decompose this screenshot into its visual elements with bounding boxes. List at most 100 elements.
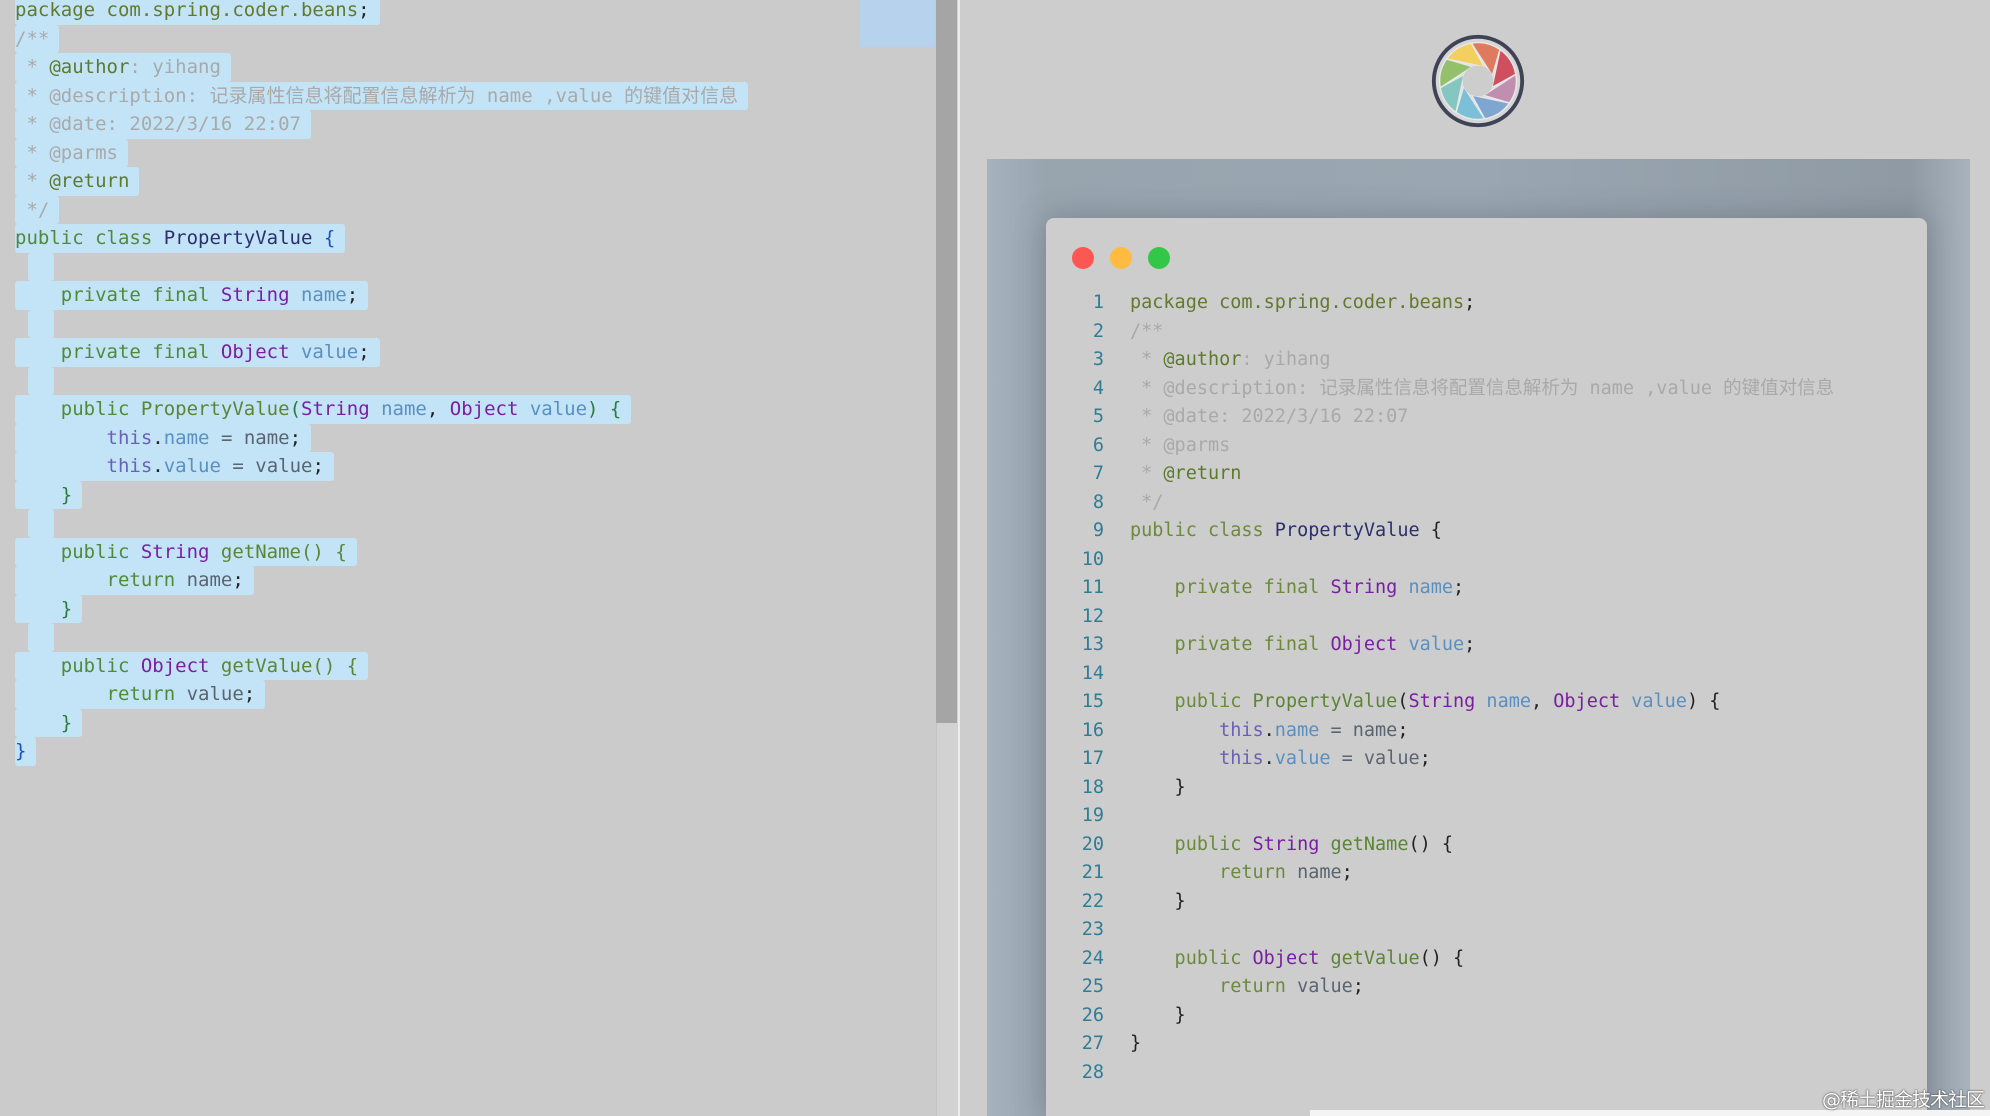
code-token: PropertyValue — [1252, 691, 1398, 712]
line-number: 24 — [1081, 947, 1104, 969]
line-content: } — [1130, 888, 1186, 917]
code-token: value — [1620, 691, 1687, 712]
code-line[interactable]: public Object getValue() { — [15, 651, 748, 680]
code-line[interactable]: /** — [15, 24, 748, 53]
code-line[interactable] — [15, 252, 748, 281]
code-line[interactable]: package com.spring.coder.beans; — [15, 0, 748, 25]
line-content: this.value = value; — [1130, 745, 1431, 774]
line-content: * @author: yihang — [1130, 346, 1331, 375]
minimap-selection-highlight — [860, 0, 935, 47]
code-token: @return — [49, 170, 130, 192]
line-content: } — [1130, 1030, 1141, 1059]
code-token: getName() { — [209, 540, 347, 563]
code-line[interactable] — [15, 509, 748, 538]
code-line[interactable]: this.name = name; — [15, 423, 748, 452]
code-line[interactable]: public class PropertyValue { — [15, 224, 748, 253]
code-line[interactable]: * @return — [15, 167, 748, 196]
code-token: name — [1285, 862, 1342, 883]
code-line[interactable] — [15, 366, 748, 395]
code-token: String — [140, 540, 210, 563]
selection-highlight: return name; — [15, 566, 254, 595]
aperture-logo-icon[interactable] — [1430, 33, 1526, 129]
code-line[interactable]: public PropertyValue(String name, Object… — [15, 395, 748, 424]
selection-highlight: } — [15, 708, 83, 737]
code-line[interactable]: return value; — [15, 680, 748, 709]
source-editor[interactable]: package com.spring.coder.beans;/** * @au… — [0, 0, 936, 1116]
code-token: package com.spring.coder.beans — [15, 0, 359, 21]
code-line[interactable]: * @date: 2022/3/16 22:07 — [15, 110, 748, 139]
selection-highlight: public class PropertyValue { — [15, 224, 346, 253]
selection-highlight: * @parms — [15, 138, 128, 167]
code-token: value — [1285, 976, 1353, 997]
preview-code-line: 6 * @parms — [1046, 432, 1834, 461]
code-token: ; — [1397, 719, 1409, 741]
code-line[interactable]: private final String name; — [15, 281, 748, 310]
code-token: { — [312, 227, 336, 249]
code-line[interactable]: public String getName() { — [15, 537, 748, 566]
source-code[interactable]: package com.spring.coder.beans;/** * @au… — [15, 0, 749, 766]
code-token: value — [1274, 748, 1331, 769]
code-token: Object — [1330, 634, 1398, 655]
code-line[interactable]: } — [15, 708, 748, 737]
code-token: : yihang — [1241, 349, 1331, 370]
code-token: @author — [1163, 349, 1242, 370]
code-token: @return — [1163, 463, 1242, 484]
code-token: return — [1130, 976, 1286, 997]
code-line[interactable]: } — [15, 737, 748, 766]
selection-highlight: * @author: yihang — [15, 53, 231, 82]
code-token: } — [1130, 776, 1186, 798]
window-controls — [1072, 247, 1170, 269]
preview-code-line: 7 * @return — [1046, 460, 1834, 489]
line-number: 1 — [1092, 292, 1104, 313]
preview-code-line: 12 — [1046, 603, 1834, 632]
code-line[interactable] — [15, 623, 748, 652]
code-token: ; — [289, 426, 302, 449]
selection-highlight: } — [15, 480, 83, 509]
code-token: String — [220, 284, 290, 306]
code-line[interactable]: */ — [15, 195, 748, 224]
line-number: 20 — [1081, 833, 1104, 855]
preview-code-line: 13 private final Object value; — [1046, 631, 1834, 660]
line-content: private final Object value; — [1130, 631, 1476, 660]
code-token: name — [175, 569, 233, 591]
code-token: public — [15, 398, 141, 420]
line-content: public PropertyValue(String name, Object… — [1130, 688, 1721, 717]
code-window-card: 1 package com.spring.coder.beans; 2 /** 3 * … — [1046, 218, 1927, 1116]
line-content: * @date: 2022/3/16 22:07 — [1130, 403, 1408, 432]
close-dot-icon — [1072, 247, 1094, 269]
code-token: /** — [15, 27, 50, 50]
code-token: ; — [1352, 976, 1364, 997]
selection-highlight: private final Object value; — [15, 338, 380, 367]
line-content: * @description: 记录属性信息将配置信息解析为 name ,val… — [1130, 375, 1834, 404]
code-token: name — [1274, 719, 1320, 741]
preview-code-line: 21 return name; — [1046, 859, 1834, 888]
preview-code-line: 11 private final String name; — [1046, 574, 1834, 603]
code-line[interactable]: } — [15, 480, 748, 509]
code-token: name — [289, 284, 347, 306]
line-content: this.name = name; — [1130, 717, 1408, 746]
code-line[interactable]: private final Object value; — [15, 338, 748, 367]
line-number: 9 — [1092, 520, 1104, 541]
code-line[interactable]: * @author: yihang — [15, 53, 748, 82]
preview-code-line: 3 * @author: yihang — [1046, 346, 1834, 375]
code-line[interactable]: * @parms — [15, 138, 748, 167]
code-line[interactable]: } — [15, 594, 748, 623]
editor-scrollbar-thumb[interactable] — [936, 0, 957, 723]
code-line[interactable] — [15, 309, 748, 338]
code-token: : yihang — [129, 56, 221, 78]
code-token: . — [152, 455, 164, 477]
preview-code-line: 17 this.value = value; — [1046, 745, 1834, 774]
preview-code-line: 4 * @description: 记录属性信息将配置信息解析为 name ,v… — [1046, 375, 1834, 404]
code-token: this — [15, 426, 153, 449]
code-line[interactable]: this.value = value; — [15, 452, 748, 481]
code-token: /** — [1130, 320, 1164, 342]
line-number: 15 — [1081, 691, 1104, 712]
code-line[interactable]: * @description: 记录属性信息将配置信息解析为 name ,val… — [15, 81, 749, 110]
code-token: name — [1475, 691, 1531, 712]
code-line[interactable]: return name; — [15, 566, 748, 595]
selection-highlight: public Object getValue() { — [15, 651, 369, 680]
selection-highlight: */ — [15, 195, 60, 224]
code-token: public — [1130, 691, 1253, 712]
code-token: getValue — [1319, 947, 1420, 969]
line-content: public Object getValue() { — [1130, 945, 1465, 974]
